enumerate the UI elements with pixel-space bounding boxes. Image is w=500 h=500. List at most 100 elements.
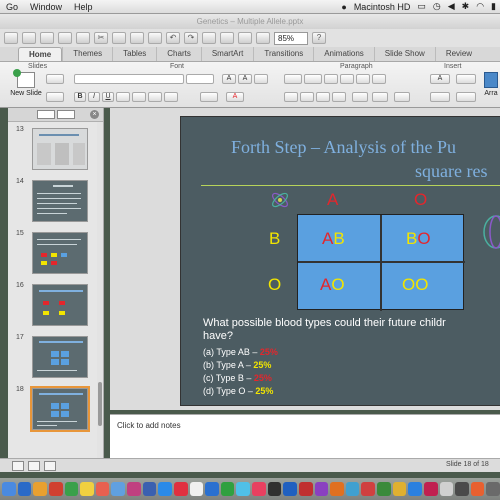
close-pane-icon[interactable]: ×: [90, 110, 99, 119]
sidebar-toggle-icon[interactable]: [256, 32, 270, 44]
highlight-button[interactable]: [200, 92, 218, 102]
app-icon[interactable]: [267, 482, 282, 496]
app-icon[interactable]: [205, 482, 219, 496]
new-doc-icon[interactable]: [4, 32, 18, 44]
app-icon[interactable]: [252, 482, 266, 496]
menu-window[interactable]: Window: [24, 2, 68, 12]
template-icon[interactable]: [22, 32, 36, 44]
grow-font-icon[interactable]: A: [222, 74, 236, 84]
increase-indent-button[interactable]: [340, 74, 354, 84]
app-icon[interactable]: [345, 482, 360, 496]
italic-button[interactable]: I: [88, 92, 100, 102]
slide-title-line2[interactable]: square res: [415, 161, 487, 182]
copy-icon[interactable]: [112, 32, 126, 44]
thumbnail-scrollbar[interactable]: [97, 122, 103, 458]
answer-b[interactable]: (b) Type A – 25%: [203, 360, 271, 370]
thumbnail-13[interactable]: 13: [8, 126, 104, 174]
tab-animations[interactable]: Animations: [313, 47, 374, 61]
menu-help[interactable]: Help: [68, 2, 99, 12]
trash-icon[interactable]: [486, 482, 500, 496]
strikethrough-button[interactable]: [116, 92, 130, 102]
app-icon[interactable]: [158, 482, 172, 496]
notes-view-button[interactable]: [44, 461, 56, 471]
app-icon[interactable]: [142, 482, 157, 496]
tab-themes[interactable]: Themes: [62, 47, 112, 61]
bullets-button[interactable]: [284, 74, 302, 84]
open-icon[interactable]: [40, 32, 54, 44]
columns-button[interactable]: [372, 74, 386, 84]
app-icon[interactable]: [361, 482, 375, 496]
tab-charts[interactable]: Charts: [156, 47, 201, 61]
app-icon[interactable]: [95, 482, 110, 496]
arrange-button[interactable]: Arra: [482, 72, 500, 106]
question-line1[interactable]: What possible blood types could their fu…: [203, 317, 446, 329]
wifi-icon[interactable]: ◠: [476, 1, 484, 12]
menu-go[interactable]: Go: [0, 2, 24, 12]
answer-a[interactable]: (a) Type AB – 25%: [203, 347, 278, 357]
thumbnail-15[interactable]: 15: [8, 230, 104, 278]
picture-icon[interactable]: [220, 32, 234, 44]
finder-icon[interactable]: [2, 482, 16, 496]
align-right-button[interactable]: [316, 92, 330, 102]
text-direction-button[interactable]: [352, 92, 368, 102]
section-button[interactable]: [46, 92, 64, 102]
line-spacing-button[interactable]: [356, 74, 370, 84]
align-center-button[interactable]: [300, 92, 314, 102]
app-icon[interactable]: [455, 482, 469, 496]
notes-pane[interactable]: Click to add notes: [110, 414, 500, 458]
punnett-square[interactable]: AB BO AO OO: [297, 214, 465, 311]
app-icon[interactable]: [220, 482, 235, 496]
app-icon[interactable]: [470, 482, 485, 496]
underline-button[interactable]: U: [102, 92, 114, 102]
answer-c[interactable]: (c) Type B – 25%: [203, 373, 272, 383]
tab-transitions[interactable]: Transitions: [253, 47, 313, 61]
save-icon[interactable]: [58, 32, 72, 44]
new-slide-button[interactable]: New Slide: [8, 69, 44, 106]
record-icon[interactable]: ●: [341, 2, 346, 12]
outline-view-button[interactable]: [56, 110, 75, 119]
tab-tables[interactable]: Tables: [112, 47, 156, 61]
app-icon[interactable]: [80, 482, 94, 496]
undo-icon[interactable]: ↶: [166, 32, 180, 44]
help-icon[interactable]: ?: [312, 32, 326, 44]
app-icon[interactable]: [283, 482, 297, 496]
slide-title-line1[interactable]: Forth Step – Analysis of the Pu: [231, 137, 456, 158]
current-slide[interactable]: Forth Step – Analysis of the Pu square r…: [180, 116, 500, 406]
tab-review[interactable]: Review: [434, 47, 482, 61]
font-size-field[interactable]: [186, 74, 214, 84]
font-color-button[interactable]: A: [226, 92, 244, 102]
app-icon[interactable]: [111, 482, 125, 496]
tab-slide-show[interactable]: Slide Show: [373, 47, 435, 61]
app-icon[interactable]: [236, 482, 250, 496]
time-machine-icon[interactable]: ◷: [433, 1, 441, 12]
scrollbar-thumb[interactable]: [98, 382, 102, 426]
thumbnail-16[interactable]: 16: [8, 282, 104, 330]
align-text-button[interactable]: [372, 92, 388, 102]
app-icon[interactable]: [392, 482, 407, 496]
app-icon[interactable]: [48, 482, 63, 496]
subscript-button[interactable]: [148, 92, 162, 102]
slides-view-button[interactable]: [36, 110, 55, 119]
decrease-indent-button[interactable]: [324, 74, 338, 84]
print-icon[interactable]: [76, 32, 90, 44]
app-icon[interactable]: [64, 482, 79, 496]
notes-placeholder[interactable]: Click to add notes: [117, 421, 181, 430]
thumbnail-18[interactable]: 18: [8, 386, 104, 434]
app-icon[interactable]: [408, 482, 422, 496]
shape-fill-button[interactable]: [456, 92, 476, 102]
slideshow-icon[interactable]: [238, 32, 252, 44]
tab-smartart[interactable]: SmartArt: [200, 47, 254, 61]
app-icon[interactable]: [330, 482, 344, 496]
smartart-convert-button[interactable]: [394, 92, 410, 102]
app-icon[interactable]: [423, 482, 438, 496]
app-icon[interactable]: [189, 482, 204, 496]
clear-format-icon[interactable]: [254, 74, 268, 84]
shrink-font-icon[interactable]: A: [238, 74, 252, 84]
app-icon[interactable]: [127, 482, 141, 496]
tab-home[interactable]: Home: [18, 47, 63, 61]
text-box-button[interactable]: A: [430, 74, 450, 84]
volume-icon[interactable]: ◀: [448, 1, 455, 12]
answer-d[interactable]: (d) Type O – 25%: [203, 386, 273, 396]
zoom-field[interactable]: 85%: [274, 31, 308, 45]
table-icon[interactable]: [202, 32, 216, 44]
